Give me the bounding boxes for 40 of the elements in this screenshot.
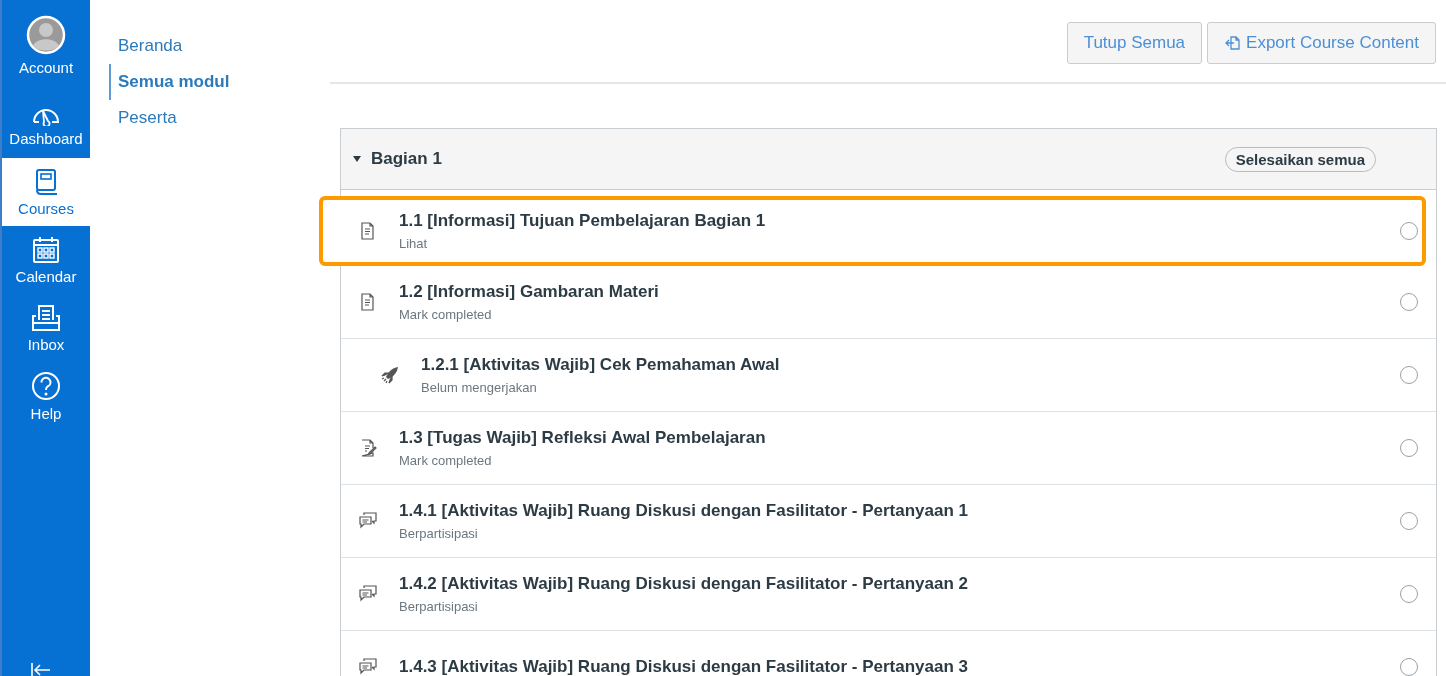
item-status: Mark completed bbox=[399, 453, 492, 468]
global-nav-item[interactable]: Inbox bbox=[2, 294, 90, 362]
chat-bubbles-icon bbox=[359, 658, 377, 676]
item-status: Berpartisipasi bbox=[399, 526, 478, 541]
item-title-link[interactable]: 1.4.3 [Aktivitas Wajib] Ruang Diskusi dengan Fasilitator - Pertanyaan 3 bbox=[399, 657, 969, 676]
assignment-icon bbox=[359, 439, 377, 457]
item-title-link[interactable]: 1.3 [Tugas Wajib] Refleksi Awal Pembelajaran bbox=[399, 428, 766, 448]
item-title-link[interactable]: 1.1 [Informasi] Tujuan Pembelajaran Bagian 1 bbox=[399, 211, 766, 231]
course-nav-link[interactable]: Beranda bbox=[109, 28, 183, 64]
help-icon bbox=[31, 370, 61, 401]
chat-bubbles-icon bbox=[359, 512, 377, 530]
complete-all-button[interactable]: Selesaikan semua bbox=[1224, 146, 1376, 172]
chat-bubbles-icon bbox=[359, 585, 377, 603]
calendar-icon bbox=[32, 235, 60, 264]
avatar-icon bbox=[26, 14, 66, 55]
module-title: Bagian 1 bbox=[371, 149, 443, 169]
item-status: Berpartisipasi bbox=[399, 599, 478, 614]
item-title-link[interactable]: 1.4.2 [Aktivitas Wajib] Ruang Diskusi dengan Fasilitator - Pertanyaan 2 bbox=[399, 574, 969, 594]
export-icon bbox=[1224, 34, 1243, 52]
item-title-link[interactable]: 1.4.1 [Aktivitas Wajib] Ruang Diskusi dengan Fasilitator - Pertanyaan 1 bbox=[399, 501, 969, 521]
item-status: Lihat bbox=[399, 236, 428, 251]
rocket-icon bbox=[381, 366, 399, 384]
global-nav-item[interactable]: Calendar bbox=[2, 226, 90, 294]
global-nav-item[interactable]: Courses bbox=[2, 158, 90, 226]
book-icon bbox=[33, 167, 59, 196]
arrow-left-icon bbox=[30, 662, 52, 676]
course-nav-link[interactable]: Semua modul bbox=[109, 64, 230, 100]
item-title-link[interactable]: 1.2.1 [Aktivitas Wajib] Cek Pemahaman Awal bbox=[421, 355, 780, 375]
global-nav-item[interactable]: Help bbox=[2, 362, 90, 430]
module-item[interactable]: 1.1 [Informasi] Tujuan Pembelajaran Bagian 1 Lihat bbox=[319, 196, 1426, 266]
item-status: Mark completed bbox=[399, 307, 492, 322]
global-nav-item[interactable]: Account bbox=[2, 0, 90, 90]
item-title-link[interactable]: 1.2 [Informasi] Gambaran Materi bbox=[399, 282, 659, 302]
inbox-icon bbox=[31, 303, 61, 332]
module-header[interactable]: Bagian 1 Selesaikan semua bbox=[341, 129, 1436, 190]
page-icon bbox=[359, 293, 377, 311]
course-nav-link[interactable]: Peserta bbox=[109, 100, 177, 136]
item-status: Belum mengerjakan bbox=[421, 380, 537, 395]
global-nav-item[interactable]: Dashboard bbox=[2, 90, 90, 158]
page-icon bbox=[359, 222, 377, 240]
